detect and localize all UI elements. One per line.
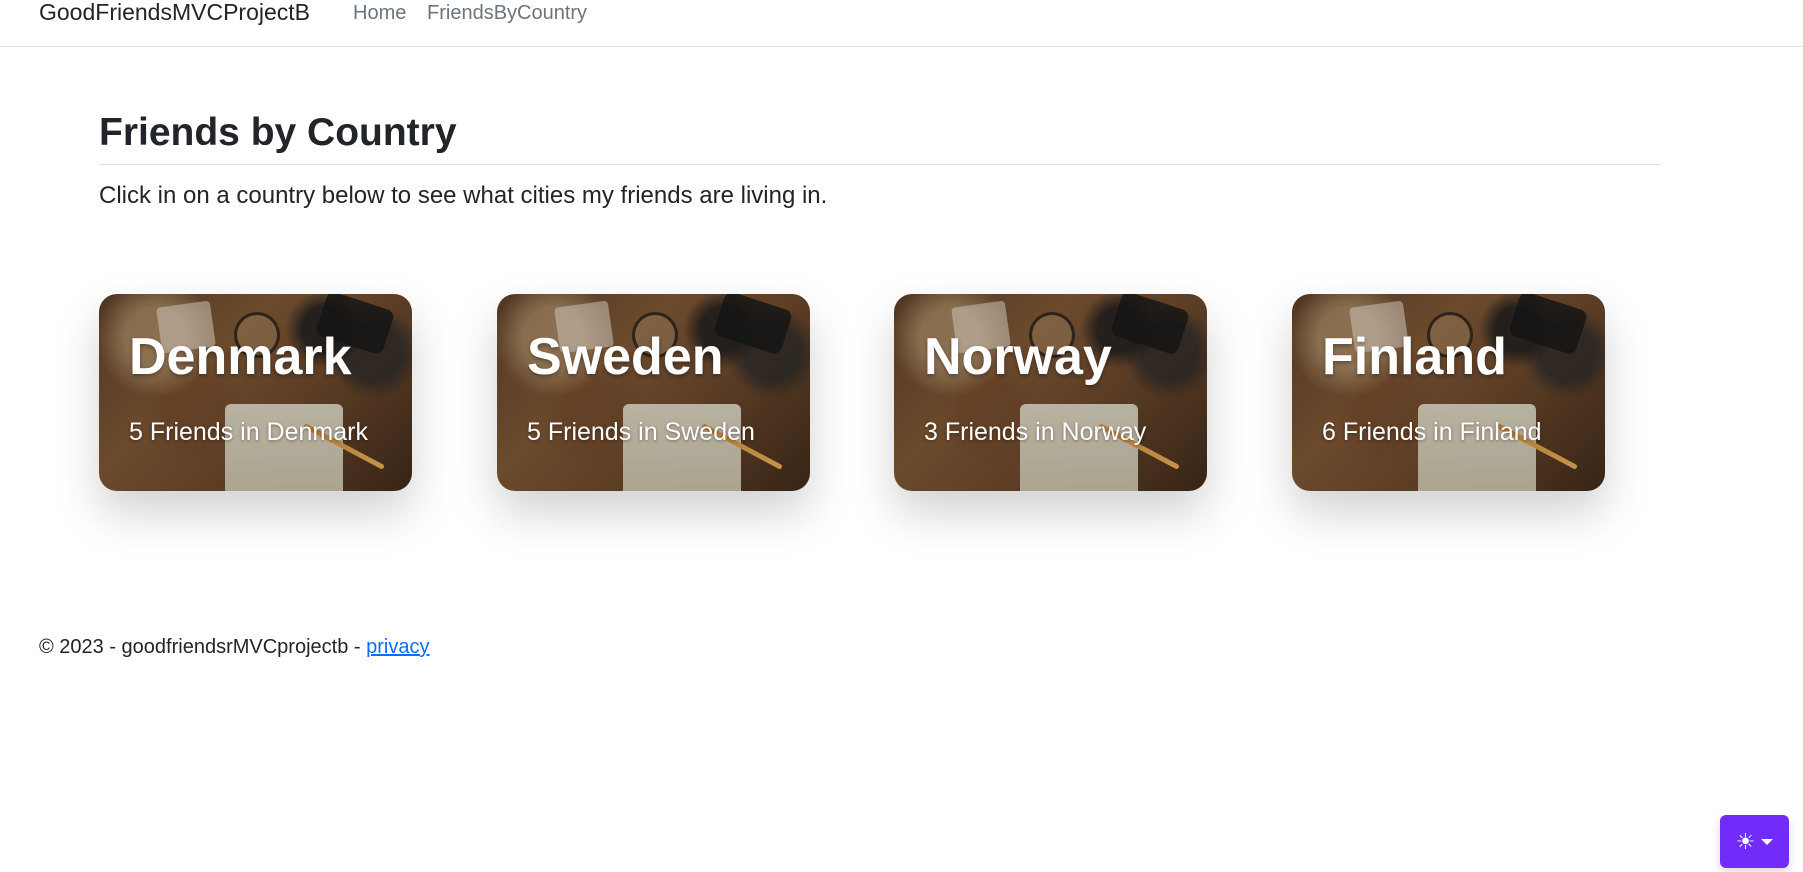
card-country-name: Norway [924,328,1112,386]
card-friend-count: 5 Friends in Denmark [129,418,368,446]
page-footer: © 2023 - goodfriendsrMVCprojectb - priva… [39,634,429,660]
nav-link-home[interactable]: Home [353,0,406,26]
privacy-link[interactable]: privacy [366,636,429,658]
chevron-down-icon [1761,838,1774,845]
brand-link[interactable]: GoodFriendsMVCProjectB [39,0,310,26]
title-divider [99,164,1660,165]
card-country-name: Sweden [527,328,724,386]
card-overlay [497,294,810,491]
card-overlay [894,294,1207,491]
card-country-name: Finland [1322,328,1507,386]
theme-toggle-button[interactable]: ☀ [1720,815,1789,868]
country-card-finland[interactable]: Finland 6 Friends in Finland [1292,294,1605,491]
page-lead-text: Click in on a country below to see what … [99,182,828,209]
card-friend-count: 3 Friends in Norway [924,418,1147,446]
card-country-name: Denmark [129,328,352,386]
footer-copyright: © 2023 - goodfriendsrMVCprojectb - [39,636,367,658]
page-title: Friends by Country [99,111,457,154]
top-navbar: GoodFriendsMVCProjectB Home FriendsByCou… [0,0,1803,47]
nav-link-friends-by-country[interactable]: FriendsByCountry [427,0,587,26]
sun-icon: ☀ [1735,828,1756,854]
card-overlay [1292,294,1605,491]
card-friend-count: 6 Friends in Finland [1322,418,1542,446]
country-card-sweden[interactable]: Sweden 5 Friends in Sweden [497,294,810,491]
card-friend-count: 5 Friends in Sweden [527,418,755,446]
country-card-norway[interactable]: Norway 3 Friends in Norway [894,294,1207,491]
country-card-denmark[interactable]: Denmark 5 Friends in Denmark [99,294,412,491]
card-overlay [99,294,412,491]
